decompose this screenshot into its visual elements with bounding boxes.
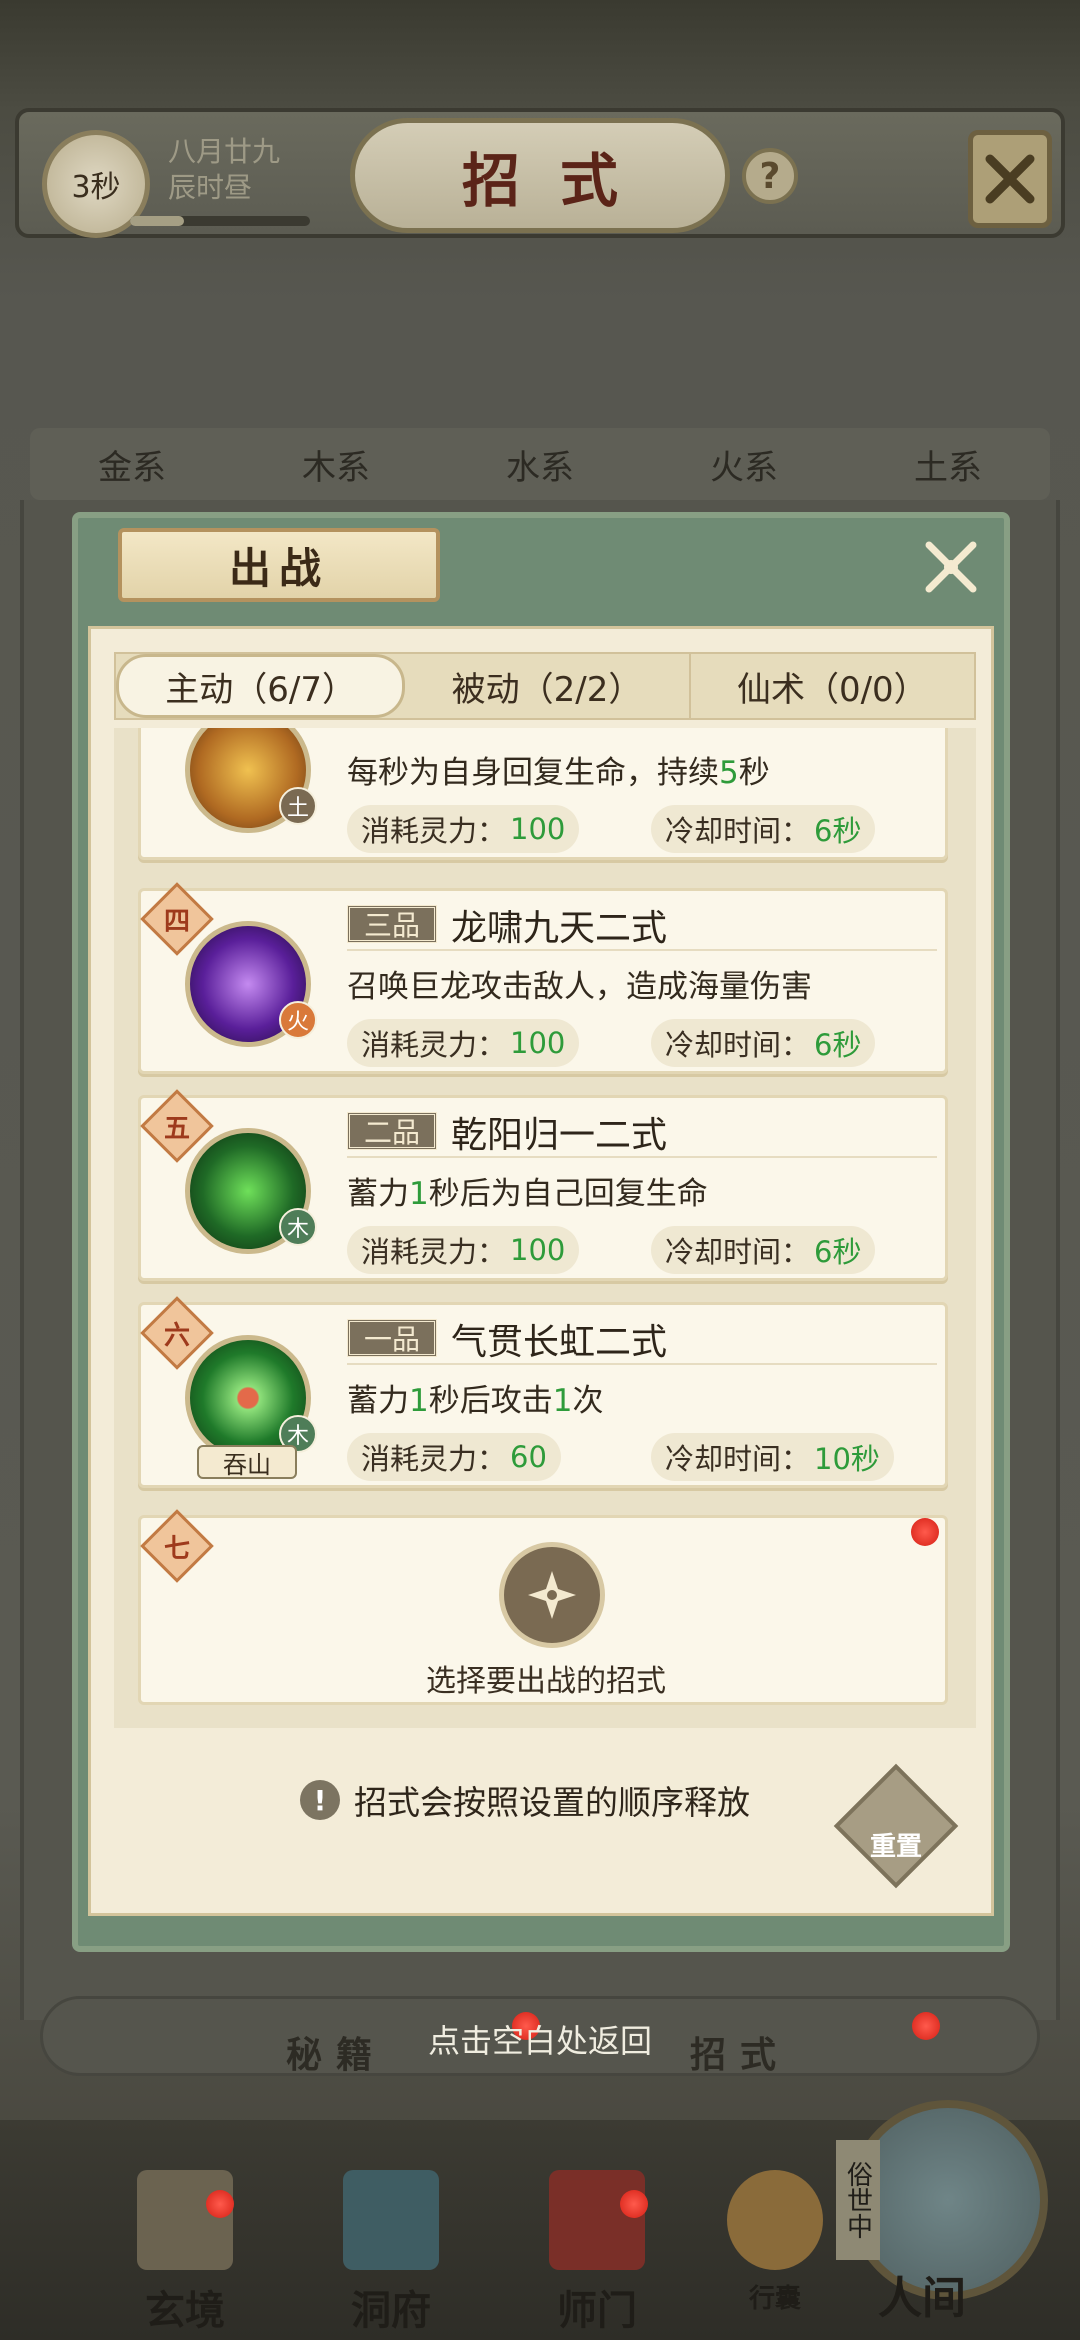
order-tip-text: 招式会按照设置的顺序释放: [354, 1783, 750, 1822]
nav-label: 洞府: [351, 2288, 431, 2334]
scroll-icon: [137, 2170, 233, 2270]
divider: [347, 1156, 937, 1158]
tab-active-skills[interactable]: 主动（6/7）: [116, 654, 406, 718]
close-modal-button[interactable]: [916, 532, 986, 602]
skill-card[interactable]: 土 每秒为自身回复生命，持续5秒 消耗灵力： 100 冷却时间： 6秒: [138, 728, 948, 860]
date-line-1: 八月廿九: [168, 135, 281, 168]
skill-type-tabs: 主动（6/7） 被动（2/2） 仙术（0/0）: [114, 652, 976, 720]
element-badge: 木: [279, 1208, 317, 1246]
skill-description: 每秒为自身回复生命，持续5秒: [347, 755, 770, 791]
skill-description: 召唤巨龙攻击敌人，造成海量伤害: [347, 969, 812, 1005]
tab-immortal-arts[interactable]: 仙术（0/0）: [691, 654, 974, 718]
skill-list[interactable]: 土 每秒为自身回复生命，持续5秒 消耗灵力： 100 冷却时间： 6秒 火 四 三品…: [114, 728, 976, 1728]
cooldown-pill: 冷却时间： 6秒: [651, 1226, 876, 1274]
empty-skill-slot[interactable]: 七 选择要出战的招式: [138, 1509, 948, 1705]
page-title: 招式: [461, 146, 658, 215]
world-status-tag: 俗世中: [836, 2140, 880, 2260]
close-page-button[interactable]: [968, 130, 1052, 228]
nav-label: 行囊: [748, 2284, 801, 2314]
notice-dot: [620, 2190, 648, 2218]
order-tip: ! 招式会按照设置的顺序释放: [300, 1776, 750, 1824]
divider: [347, 1363, 937, 1365]
element-badge: 火: [279, 1001, 317, 1039]
nav-label: 师门: [557, 2288, 637, 2334]
close-icon: [925, 541, 977, 593]
notice-dot: [206, 2190, 234, 2218]
skill-card[interactable]: 木 吞山 六 一品 气贯长虹二式 蓄力1秒后攻击1次 消耗灵力： 60 冷却时间：…: [138, 1296, 948, 1488]
cost-pill: 消耗灵力： 60: [347, 1433, 561, 1481]
skill-tag: 吞山: [197, 1445, 297, 1479]
tab-wood[interactable]: 木系: [234, 428, 438, 500]
nav-label: 玄境: [145, 2288, 225, 2334]
game-date: 八月廿九 辰时昼: [168, 134, 280, 206]
cooldown-pill: 冷却时间： 10秒: [651, 1433, 894, 1481]
pavilion-icon: [343, 2170, 439, 2270]
cooldown-pill: 冷却时间： 6秒: [651, 805, 876, 853]
page-title-plate: 招式: [350, 118, 730, 233]
close-icon: [985, 154, 1035, 204]
element-badge: 土: [279, 787, 317, 825]
tab-passive-skills[interactable]: 被动（2/2）: [405, 654, 691, 718]
world-label[interactable]: 人间: [878, 2262, 966, 2326]
rank-number: 四: [163, 906, 190, 937]
add-skill-button[interactable]: [499, 1542, 605, 1648]
nav-xingnang[interactable]: 行囊: [700, 2170, 850, 2340]
reset-label[interactable]: 重置: [852, 1826, 940, 1863]
skill-name: 乾阳归一二式: [451, 1115, 668, 1156]
rank-number: 七: [163, 1533, 190, 1564]
modal-title: 出战: [118, 528, 440, 602]
skill-name: 龙啸九天二式: [451, 908, 668, 949]
skill-description: 蓄力1秒后为自己回复生命: [347, 1176, 708, 1212]
tab-earth[interactable]: 土系: [846, 428, 1050, 500]
skill-card[interactable]: 木 五 二品 乾阳归一二式 蓄力1秒后为自己回复生命 消耗灵力： 100 冷却时间…: [138, 1089, 948, 1281]
banner-icon: [549, 2170, 645, 2270]
nav-shimen[interactable]: 师门: [522, 2170, 672, 2340]
tap-blank-hint: 点击空白处返回: [427, 2022, 652, 2060]
bag-icon: [727, 2170, 823, 2270]
plus-icon: [528, 1571, 576, 1619]
skill-card[interactable]: 火 四 三品 龙啸九天二式 召唤巨龙攻击敌人，造成海量伤害 消耗灵力： 100 冷…: [138, 882, 948, 1074]
skill-name: 气贯长虹二式: [451, 1322, 668, 1363]
rank-number: 五: [163, 1113, 190, 1144]
grade-tag: 一品: [347, 1319, 437, 1357]
nav-dongfu[interactable]: 洞府: [316, 2170, 466, 2340]
tab-water[interactable]: 水系: [438, 428, 642, 500]
tab-metal[interactable]: 金系: [30, 428, 234, 500]
time-progress-fill: [130, 216, 184, 226]
tab-fire[interactable]: 火系: [642, 428, 846, 500]
cost-pill: 消耗灵力： 100: [347, 1019, 580, 1067]
grade-tag: 二品: [347, 1112, 437, 1150]
screen: 3秒 八月廿九 辰时昼 招式 ? 金系 木系 水系 火系 土系 秘籍 招式 点击…: [0, 0, 1080, 2340]
empty-slot-label: 选择要出战的招式: [426, 1664, 666, 1699]
nav-xuanjing[interactable]: 玄境: [110, 2170, 260, 2340]
cost-pill: 消耗灵力： 100: [347, 1226, 580, 1274]
info-icon: !: [300, 1780, 340, 1820]
time-progress-track: [130, 216, 310, 226]
cooldown-pill: 冷却时间： 6秒: [651, 1019, 876, 1067]
grade-tag: 三品: [347, 905, 437, 943]
rank-number: 六: [163, 1320, 190, 1351]
element-tabs: 金系 木系 水系 火系 土系: [30, 428, 1050, 500]
divider: [347, 949, 937, 951]
skill-description: 蓄力1秒后攻击1次: [347, 1383, 604, 1419]
notice-dot: [911, 1518, 939, 1546]
date-line-2: 辰时昼: [168, 171, 253, 204]
cost-pill: 消耗灵力： 100: [347, 805, 580, 853]
help-button[interactable]: ?: [742, 148, 798, 204]
